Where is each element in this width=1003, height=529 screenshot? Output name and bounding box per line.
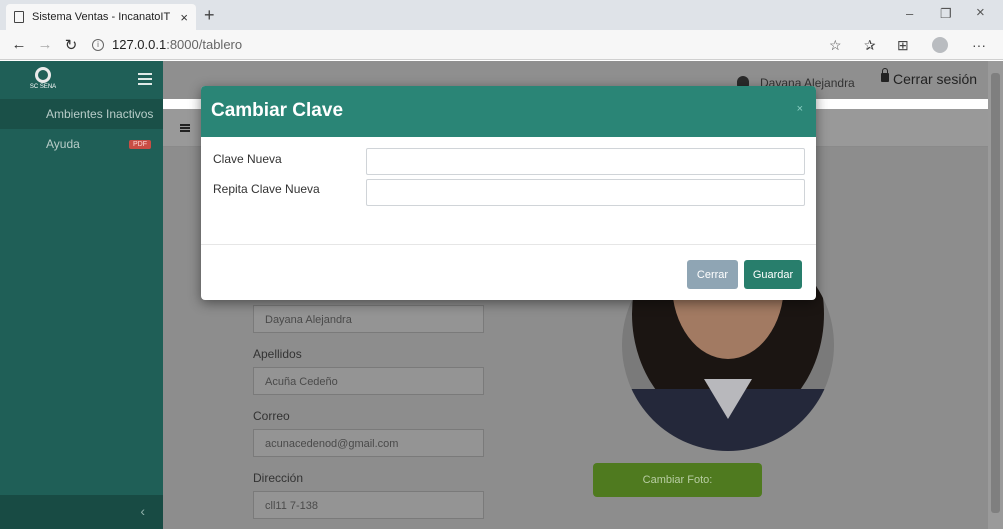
repeat-password-field[interactable] [366, 179, 805, 206]
minimize-icon[interactable]: – [906, 6, 913, 21]
favorite-icon[interactable]: ☆ [829, 37, 842, 54]
forward-icon[interactable]: → [32, 36, 58, 53]
logout-link[interactable]: Cerrar sesión [893, 71, 977, 87]
back-icon[interactable]: ← [6, 36, 32, 53]
new-password-label: Clave Nueva [213, 152, 282, 166]
tab-title: Sistema Ventas - IncanatoIT [32, 11, 171, 23]
sidebar-item-ayuda[interactable]: Ayuda PDF [0, 129, 163, 159]
apellidos-label: Apellidos [253, 347, 302, 361]
new-tab-icon[interactable]: + [204, 4, 215, 26]
save-button[interactable]: Guardar [744, 260, 802, 289]
correo-label: Correo [253, 409, 290, 423]
nombre-field[interactable]: Dayana Alejandra [253, 305, 484, 333]
repeat-password-label: Repita Clave Nueva [213, 182, 320, 196]
logo-area: SC SENA [0, 61, 163, 99]
modal-footer: Cerrar Guardar [201, 245, 816, 300]
logo-text: SC SENA [29, 84, 57, 90]
favorites-list-icon[interactable]: ✰ [864, 37, 876, 54]
collections-icon[interactable]: ⊞ [897, 37, 909, 54]
lock-icon [881, 68, 889, 82]
sidebar-item-label: Ambientes Inactivos [46, 107, 154, 121]
logo-mark-icon [35, 67, 51, 83]
list-menu-icon[interactable] [180, 124, 190, 132]
more-icon[interactable]: ··· [972, 37, 986, 53]
correo-field[interactable]: acunacedenod@gmail.com [253, 429, 484, 457]
new-password-field[interactable] [366, 148, 805, 175]
direccion-field[interactable]: cll11 7-138 [253, 491, 484, 519]
sidebar: SC SENA Ambientes Inactivos Ayuda PDF ‹ [0, 61, 163, 529]
browser-profile-icon[interactable] [932, 37, 948, 53]
pdf-badge: PDF [129, 139, 151, 149]
cancel-button[interactable]: Cerrar [687, 260, 738, 289]
site-info-icon[interactable]: i [92, 38, 104, 51]
modal-body: Clave Nueva Repita Clave Nueva [201, 137, 816, 245]
browser-tab-bar: Sistema Ventas - IncanatoIT × + – ❐ × [0, 0, 1003, 30]
apellidos-field[interactable]: Acuña Cedeño [253, 367, 484, 395]
sena-logo: SC SENA [28, 67, 58, 93]
close-icon[interactable]: × [797, 103, 803, 115]
page-icon [14, 11, 24, 23]
sidebar-item-ambientes-inactivos[interactable]: Ambientes Inactivos [0, 99, 163, 129]
restore-icon[interactable]: ❐ [940, 6, 952, 22]
url-host: 127.0.0.1 [112, 37, 167, 52]
change-password-modal: Cambiar Clave × Clave Nueva Repita Clave… [201, 86, 816, 300]
window-close-icon[interactable]: × [976, 4, 985, 21]
chevron-left-icon: ‹ [140, 503, 145, 519]
refresh-icon[interactable]: ↻ [58, 36, 84, 54]
address-bar: ← → ↻ i 127.0.0.1:8000/tablero [0, 30, 1003, 60]
tab-close-icon[interactable]: × [180, 10, 188, 25]
sidebar-collapse[interactable]: ‹ [0, 495, 163, 529]
url-field[interactable]: i 127.0.0.1:8000/tablero [92, 37, 242, 52]
browser-tab[interactable]: Sistema Ventas - IncanatoIT × [6, 4, 196, 30]
change-photo-button[interactable]: Cambiar Foto: [593, 463, 762, 497]
modal-title: Cambiar Clave [211, 100, 344, 121]
direccion-label: Dirección [253, 471, 304, 485]
sidebar-item-label: Ayuda [46, 137, 80, 151]
modal-header: Cambiar Clave × [201, 86, 816, 137]
sidebar-toggle-icon[interactable] [138, 73, 152, 85]
url-path: :8000/tablero [166, 37, 243, 52]
scrollbar-thumb[interactable] [991, 73, 1000, 513]
